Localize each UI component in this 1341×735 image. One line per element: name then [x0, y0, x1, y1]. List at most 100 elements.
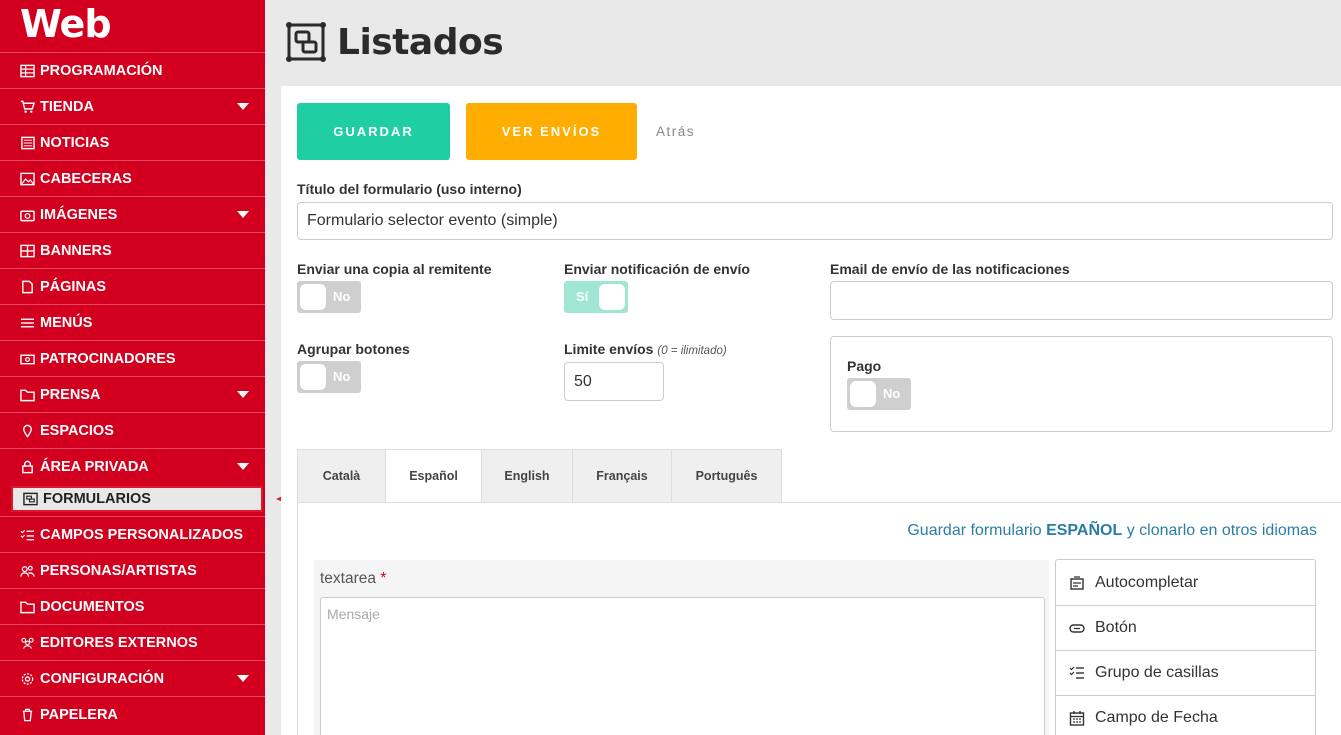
sidebar: Web PROGRAMACIÓN TIENDA NOTICIAS CABECER… — [0, 0, 265, 735]
required-mark: * — [380, 570, 387, 587]
widget-autocomplete[interactable]: Autocompletar — [1056, 560, 1315, 605]
limit-input[interactable]: 50 — [564, 362, 664, 401]
clone-language-link[interactable]: Guardar formulario ESPAÑOL y clonarlo en… — [907, 522, 1317, 540]
widget-date-field[interactable]: Campo de Fecha — [1056, 695, 1315, 735]
save-button[interactable]: GUARDAR — [297, 103, 450, 160]
language-tabs: Català Español English Français Portuguê… — [297, 449, 782, 503]
menu-icon — [18, 316, 36, 330]
sidebar-item-menus[interactable]: MENÚS — [0, 304, 265, 340]
sidebar-item-label: MENÚS — [40, 314, 93, 331]
clone-lang: ESPAÑOL — [1046, 522, 1123, 539]
email-label: Email de envío de las notificaciones — [830, 261, 1070, 277]
sidebar-item-label: ÁREA PRIVADA — [40, 458, 149, 475]
copy-sender-toggle[interactable]: No — [297, 281, 361, 313]
sidebar-item-label: CABECERAS — [40, 170, 132, 187]
sidebar-item-label: CONFIGURACIÓN — [40, 670, 165, 687]
sidebar-item-papelera[interactable]: PAPELERA — [0, 696, 265, 732]
sidebar-item-label: ESPACIOS — [40, 422, 114, 439]
widget-label: Botón — [1095, 619, 1137, 636]
sidebar-item-label: DOCUMENTOS — [40, 598, 145, 615]
limit-label-text: Limite envíos — [564, 341, 654, 357]
sidebar-item-imagenes[interactable]: IMÁGENES — [0, 196, 265, 232]
widget-label: Grupo de casillas — [1095, 664, 1219, 681]
toggle-knob — [599, 284, 625, 310]
grid-icon — [18, 244, 36, 258]
camera-icon — [18, 208, 36, 222]
folder-icon — [18, 388, 36, 402]
back-link[interactable]: Atrás — [656, 103, 695, 160]
table-icon — [18, 64, 36, 78]
sidebar-item-espacios[interactable]: ESPACIOS — [0, 412, 265, 448]
sidebar-item-patrocinadores[interactable]: PATROCINADORES — [0, 340, 265, 376]
field-label-text: textarea — [320, 570, 377, 587]
tab-catala[interactable]: Català — [297, 449, 385, 503]
sidebar-item-label: IMÁGENES — [40, 206, 118, 223]
sidebar-item-noticias[interactable]: NOTICIAS — [0, 124, 265, 160]
folder-icon — [18, 600, 36, 614]
chevron-down-icon[interactable] — [237, 211, 249, 218]
form-title-label: Título del formulario (uso interno) — [297, 181, 522, 197]
tab-francais[interactable]: Français — [572, 449, 671, 503]
sidebar-item-label: PERSONAS/ARTISTAS — [40, 562, 197, 579]
toggle-state: No — [333, 289, 351, 304]
tab-portugues[interactable]: Português — [671, 449, 782, 503]
payment-box: Pago No — [830, 336, 1333, 432]
notify-label: Enviar notificación de envío — [564, 261, 750, 277]
payment-toggle[interactable]: No — [847, 378, 911, 410]
textarea-field-block[interactable]: textarea * Mensaje — [314, 560, 1049, 735]
form-icon — [286, 22, 326, 62]
sidebar-item-configuracion[interactable]: CONFIGURACIÓN — [0, 660, 265, 696]
message-textarea[interactable]: Mensaje — [320, 597, 1045, 735]
page-title: Listados — [337, 21, 504, 63]
sidebar-item-label: PÁGINAS — [40, 278, 107, 295]
sidebar-item-tienda[interactable]: TIENDA — [0, 88, 265, 124]
sidebar-item-editores-externos[interactable]: EDITORES EXTERNOS — [0, 624, 265, 660]
image-icon — [18, 172, 36, 186]
view-submissions-button[interactable]: VER ENVÍOS — [466, 103, 637, 160]
sidebar-item-personas-artistas[interactable]: PERSONAS/ARTISTAS — [0, 552, 265, 588]
notify-toggle[interactable]: Sí — [564, 281, 628, 313]
sidebar-item-documentos[interactable]: DOCUMENTOS — [0, 588, 265, 624]
sidebar-item-campos-personalizados[interactable]: CAMPOS PERSONALIZADOS — [0, 516, 265, 552]
chevron-down-icon[interactable] — [237, 463, 249, 470]
form-card: GUARDAR VER ENVÍOS Atrás Título del form… — [281, 86, 1341, 735]
field-type-list: Autocompletar Botón Grupo de casillas Ca… — [1055, 559, 1316, 735]
chevron-down-icon[interactable] — [237, 103, 249, 110]
email-field[interactable] — [830, 281, 1333, 320]
sidebar-item-label: TIENDA — [40, 98, 94, 115]
money-icon — [18, 352, 36, 366]
group-buttons-label: Agrupar botones — [297, 341, 410, 357]
pin-icon — [18, 424, 36, 438]
sidebar-item-cabeceras[interactable]: CABECERAS — [0, 160, 265, 196]
copy-sender-label: Enviar una copia al remitente — [297, 261, 492, 277]
cart-icon — [18, 100, 36, 114]
tab-espanol[interactable]: Español — [385, 449, 481, 503]
sidebar-item-label: PAPELERA — [40, 706, 118, 723]
gear-icon — [18, 672, 36, 686]
sidebar-item-programacion[interactable]: PROGRAMACIÓN — [0, 52, 265, 88]
users-icon — [18, 564, 36, 578]
form-title-input[interactable]: Formulario selector evento (simple) — [297, 202, 1333, 240]
sidebar-item-prensa[interactable]: PRENSA — [0, 376, 265, 412]
group-buttons-toggle[interactable]: No — [297, 361, 361, 393]
sidebar-item-banners[interactable]: BANNERS — [0, 232, 265, 268]
group-icon — [18, 636, 36, 650]
sidebar-item-paginas[interactable]: PÁGINAS — [0, 268, 265, 304]
sidebar-item-label: FORMULARIOS — [43, 491, 151, 507]
widget-button[interactable]: Botón — [1056, 605, 1315, 650]
chevron-down-icon[interactable] — [237, 675, 249, 682]
tab-english[interactable]: English — [481, 449, 572, 503]
widget-checkbox-group[interactable]: Grupo de casillas — [1056, 650, 1315, 695]
trash-icon — [18, 708, 36, 722]
page-header: Listados — [265, 0, 1341, 84]
brand-logo[interactable]: Web — [0, 0, 265, 52]
widget-label: Campo de Fecha — [1095, 709, 1218, 726]
checklist-icon — [1069, 665, 1085, 681]
sidebar-item-formularios[interactable]: FORMULARIOS — [11, 486, 263, 512]
sidebar-item-label: CAMPOS PERSONALIZADOS — [40, 526, 244, 543]
chevron-down-icon[interactable] — [237, 391, 249, 398]
toggle-knob — [300, 284, 326, 310]
checklist-icon — [18, 528, 36, 542]
newspaper-icon — [18, 136, 36, 150]
sidebar-item-area-privada[interactable]: ÁREA PRIVADA — [0, 448, 265, 484]
